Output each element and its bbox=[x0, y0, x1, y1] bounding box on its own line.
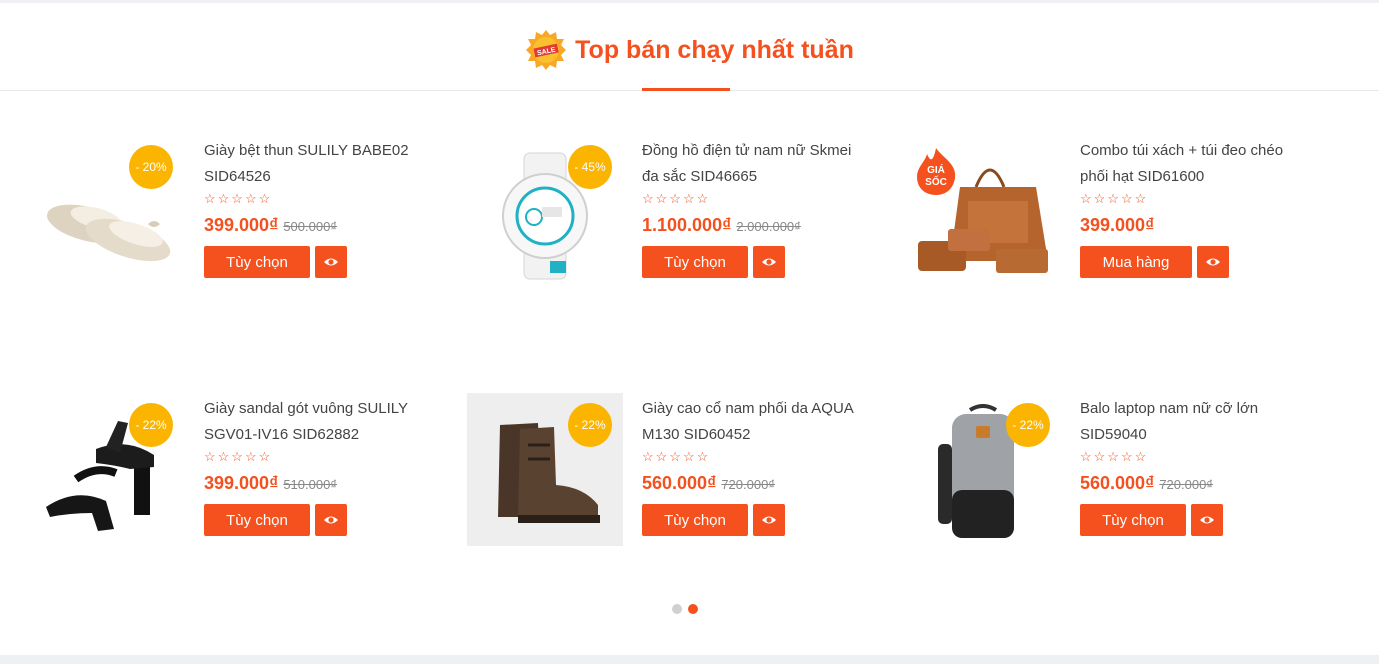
product-price: 1.100.000₫ bbox=[642, 215, 732, 235]
quick-view-button[interactable] bbox=[315, 246, 347, 278]
eye-icon bbox=[762, 516, 776, 524]
buy-button[interactable]: Mua hàng bbox=[1080, 246, 1192, 278]
product-actions: Tùy chọn bbox=[642, 504, 872, 536]
discount-badge: - 22% bbox=[1006, 403, 1050, 447]
quick-view-button[interactable] bbox=[753, 504, 785, 536]
hot-price-badge: GIÁ SỐC bbox=[913, 146, 959, 201]
eye-icon bbox=[324, 258, 338, 266]
product-price: 399.000₫ bbox=[204, 473, 279, 493]
product-info: Giày cao cổ nam phối da AQUA M130 SID604… bbox=[642, 396, 872, 536]
product-info: Giày sandal gót vuông SULILY SGV01-IV16 … bbox=[204, 396, 434, 536]
product-actions: Mua hàng bbox=[1080, 246, 1310, 278]
old-price: 510.000₫ bbox=[283, 477, 337, 492]
product-info: Balo laptop nam nữ cỡ lớn SID59040 ☆☆☆☆☆… bbox=[1080, 396, 1310, 536]
quick-view-button[interactable] bbox=[1191, 504, 1223, 536]
product-actions: Tùy chọn bbox=[642, 246, 872, 278]
carousel-dot-1[interactable] bbox=[672, 604, 682, 614]
section-header: SALE Top bán chạy nhất tuần bbox=[0, 26, 1379, 74]
product-name[interactable]: Giày bệt thun SULILY BABE02 SID64526 bbox=[204, 138, 434, 190]
eye-icon bbox=[1200, 516, 1214, 524]
discount-badge: - 45% bbox=[568, 145, 612, 189]
options-button[interactable]: Tùy chọn bbox=[204, 246, 310, 278]
product-card[interactable]: - 22% Giày sandal gót vuông SULILY SGV01… bbox=[28, 396, 428, 556]
rating-stars: ☆☆☆☆☆ bbox=[204, 191, 273, 206]
quick-view-button[interactable] bbox=[1197, 246, 1229, 278]
discount-badge: - 22% bbox=[568, 403, 612, 447]
section-title: Top bán chạy nhất tuần bbox=[575, 35, 854, 64]
price-row: 399.000₫ bbox=[1080, 215, 1310, 239]
eye-icon bbox=[1206, 258, 1220, 266]
carousel-dot-2[interactable] bbox=[688, 604, 698, 614]
bottom-divider bbox=[0, 655, 1379, 664]
discount-badge: - 22% bbox=[129, 403, 173, 447]
rating-stars: ☆☆☆☆☆ bbox=[204, 449, 273, 464]
flame-icon: GIÁ SỐC bbox=[917, 148, 956, 195]
options-button[interactable]: Tùy chọn bbox=[204, 504, 310, 536]
top-divider bbox=[0, 0, 1379, 3]
eye-icon bbox=[324, 516, 338, 524]
sale-badge-icon: SALE bbox=[526, 30, 567, 70]
hot-label-line1: GIÁ bbox=[927, 163, 945, 176]
hot-label-line2: SỐC bbox=[925, 174, 947, 188]
product-card[interactable]: - 45% Đồng hồ điện tử nam nữ Skmei đa sắ… bbox=[467, 138, 867, 298]
product-price: 399.000₫ bbox=[204, 215, 279, 235]
discount-badge: - 20% bbox=[129, 145, 173, 189]
price-row: 399.000₫ 510.000₫ bbox=[204, 473, 434, 497]
rating-stars: ☆☆☆☆☆ bbox=[642, 191, 711, 206]
old-price: 720.000₫ bbox=[1159, 477, 1213, 492]
product-price: 560.000₫ bbox=[642, 473, 717, 493]
rating-stars: ☆☆☆☆☆ bbox=[1080, 449, 1149, 464]
product-card[interactable]: - 22% Giày cao cổ nam phối da AQUA M130 … bbox=[467, 393, 867, 556]
old-price: 720.000₫ bbox=[721, 477, 775, 492]
price-row: 399.000₫ 500.000₫ bbox=[204, 215, 434, 239]
rating-stars: ☆☆☆☆☆ bbox=[1080, 191, 1149, 206]
product-name[interactable]: Đồng hồ điện tử nam nữ Skmei đa sắc SID4… bbox=[642, 138, 872, 190]
product-card[interactable]: - 22% Balo laptop nam nữ cỡ lớn SID59040… bbox=[905, 396, 1305, 556]
product-info: Đồng hồ điện tử nam nữ Skmei đa sắc SID4… bbox=[642, 138, 872, 278]
title-underline bbox=[642, 88, 730, 91]
product-actions: Tùy chọn bbox=[204, 246, 434, 278]
eye-icon bbox=[762, 258, 776, 266]
product-actions: Tùy chọn bbox=[204, 504, 434, 536]
old-price: 500.000₫ bbox=[283, 219, 337, 234]
old-price: 2.000.000₫ bbox=[736, 219, 801, 234]
product-info: Combo túi xách + túi đeo chéo phối hạt S… bbox=[1080, 138, 1310, 278]
price-row: 560.000₫ 720.000₫ bbox=[642, 473, 872, 497]
quick-view-button[interactable] bbox=[315, 504, 347, 536]
carousel-pagination bbox=[672, 604, 698, 614]
product-name[interactable]: Balo laptop nam nữ cỡ lớn SID59040 bbox=[1080, 396, 1310, 448]
product-actions: Tùy chọn bbox=[1080, 504, 1310, 536]
product-name[interactable]: Combo túi xách + túi đeo chéo phối hạt S… bbox=[1080, 138, 1310, 190]
product-info: Giày bệt thun SULILY BABE02 SID64526 ☆☆☆… bbox=[204, 138, 434, 278]
options-button[interactable]: Tùy chọn bbox=[1080, 504, 1186, 536]
product-price: 399.000₫ bbox=[1080, 215, 1155, 235]
product-name[interactable]: Giày cao cổ nam phối da AQUA M130 SID604… bbox=[642, 396, 872, 448]
options-button[interactable]: Tùy chọn bbox=[642, 504, 748, 536]
options-button[interactable]: Tùy chọn bbox=[642, 246, 748, 278]
quick-view-button[interactable] bbox=[753, 246, 785, 278]
product-price: 560.000₫ bbox=[1080, 473, 1155, 493]
price-row: 560.000₫ 720.000₫ bbox=[1080, 473, 1310, 497]
product-name[interactable]: Giày sandal gót vuông SULILY SGV01-IV16 … bbox=[204, 396, 434, 448]
price-row: 1.100.000₫ 2.000.000₫ bbox=[642, 215, 872, 239]
product-card[interactable]: - 20% Giày bệt thun SULILY BABE02 SID645… bbox=[28, 138, 428, 298]
rating-stars: ☆☆☆☆☆ bbox=[642, 449, 711, 464]
product-card[interactable]: GIÁ SỐC Combo túi xách + túi đeo chéo ph… bbox=[905, 138, 1305, 298]
